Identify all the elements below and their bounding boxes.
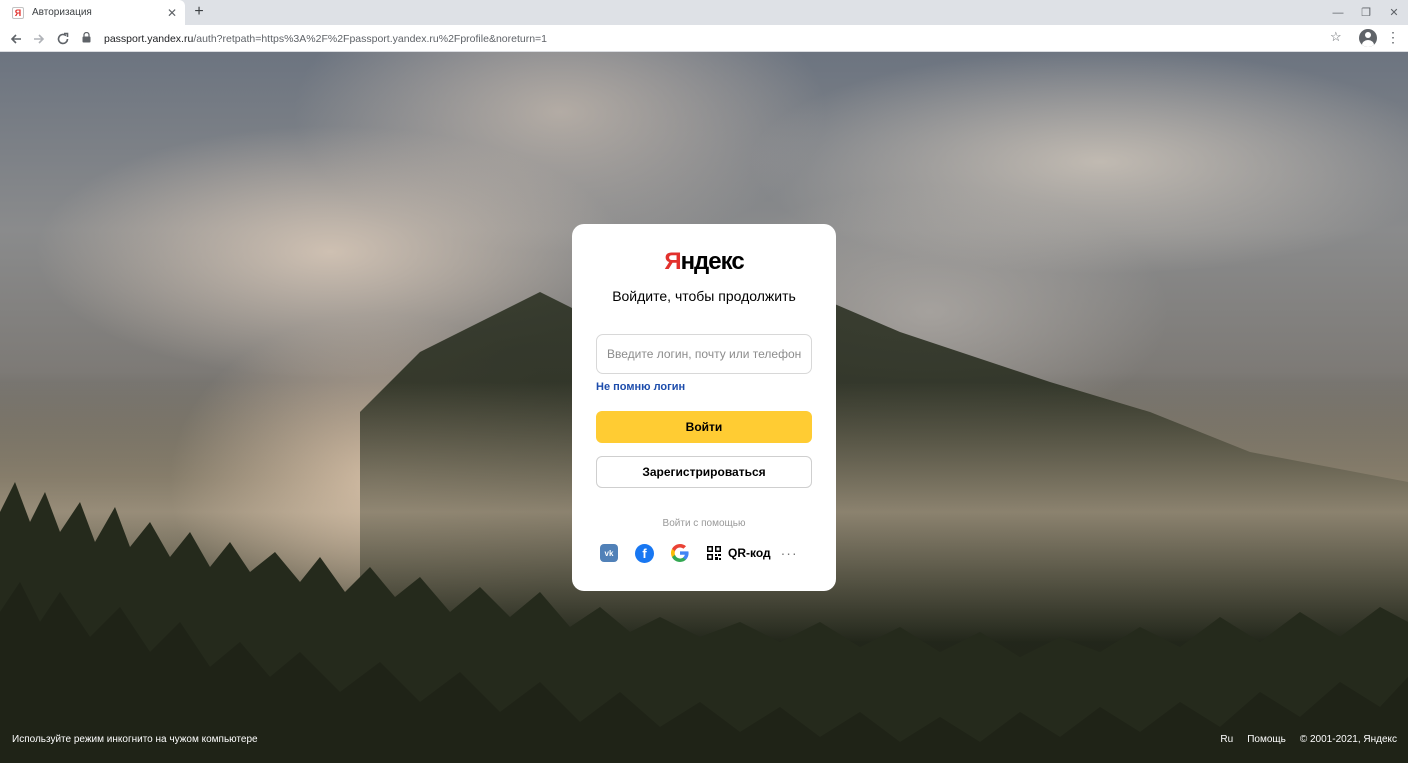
- qr-code-icon: [707, 546, 721, 560]
- browser-tab[interactable]: Я Авторизация ✕: [0, 0, 185, 25]
- lock-icon[interactable]: [82, 31, 96, 46]
- page-title: Войдите, чтобы продолжить: [612, 288, 796, 304]
- login-input[interactable]: [596, 334, 812, 374]
- url-host: passport.yandex.ru: [104, 32, 194, 45]
- social-login-options: vk f QR-код ···: [600, 543, 798, 563]
- tab-title: Авторизация: [32, 7, 92, 18]
- forgot-login-link[interactable]: Не помню логин: [596, 381, 685, 393]
- restore-button[interactable]: ❐: [1352, 0, 1380, 25]
- language-switch[interactable]: Ru: [1220, 734, 1233, 745]
- help-link[interactable]: Помощь: [1247, 734, 1286, 745]
- address-bar[interactable]: passport.yandex.ru/auth?retpath=https%3A…: [82, 28, 1358, 49]
- login-button[interactable]: Войти: [596, 411, 812, 443]
- yandex-logo[interactable]: Яндекс: [572, 248, 836, 276]
- incognito-hint[interactable]: Используйте режим инкогнито на чужом ком…: [12, 734, 258, 745]
- google-icon[interactable]: [670, 543, 690, 563]
- url-path: /auth?retpath=https%3A%2F%2Fpassport.yan…: [193, 32, 548, 45]
- social-login-label: Войти с помощью: [662, 518, 746, 529]
- footer-links: Ru Помощь © 2001-2021, Яндекс: [1206, 734, 1397, 745]
- tab-close-icon[interactable]: ✕: [165, 6, 179, 20]
- back-icon[interactable]: [6, 29, 26, 49]
- logo-rest: ндекс: [680, 248, 745, 275]
- browser-toolbar: passport.yandex.ru/auth?retpath=https%3A…: [0, 25, 1408, 52]
- forward-icon[interactable]: [29, 29, 49, 49]
- qr-code-label: QR-код: [728, 546, 771, 560]
- browser-tab-strip: Я Авторизация ✕ + — ❐ ✕: [0, 0, 1408, 25]
- logo-first-letter: Я: [664, 248, 681, 275]
- more-options-icon[interactable]: ···: [781, 545, 798, 561]
- login-card: Яндекс Войдите, чтобы продолжить Не помн…: [572, 224, 836, 591]
- copyright: © 2001-2021, Яндекс: [1299, 734, 1397, 745]
- new-tab-button[interactable]: +: [190, 3, 208, 21]
- close-window-button[interactable]: ✕: [1380, 0, 1408, 25]
- menu-icon[interactable]: ⋮: [1386, 29, 1400, 46]
- reload-icon[interactable]: [53, 29, 73, 49]
- vk-icon[interactable]: vk: [600, 544, 618, 562]
- profile-icon[interactable]: [1359, 29, 1377, 47]
- yandex-favicon-icon: Я: [12, 6, 24, 19]
- register-button[interactable]: Зарегистрироваться: [596, 456, 812, 488]
- qr-code-button[interactable]: QR-код: [707, 546, 771, 560]
- facebook-icon[interactable]: f: [635, 543, 654, 563]
- window-controls: — ❐ ✕: [1324, 0, 1408, 25]
- minimize-button[interactable]: —: [1324, 0, 1352, 25]
- url-text: passport.yandex.ru/auth?retpath=https%3A…: [104, 33, 547, 45]
- star-icon[interactable]: ☆: [1330, 29, 1342, 45]
